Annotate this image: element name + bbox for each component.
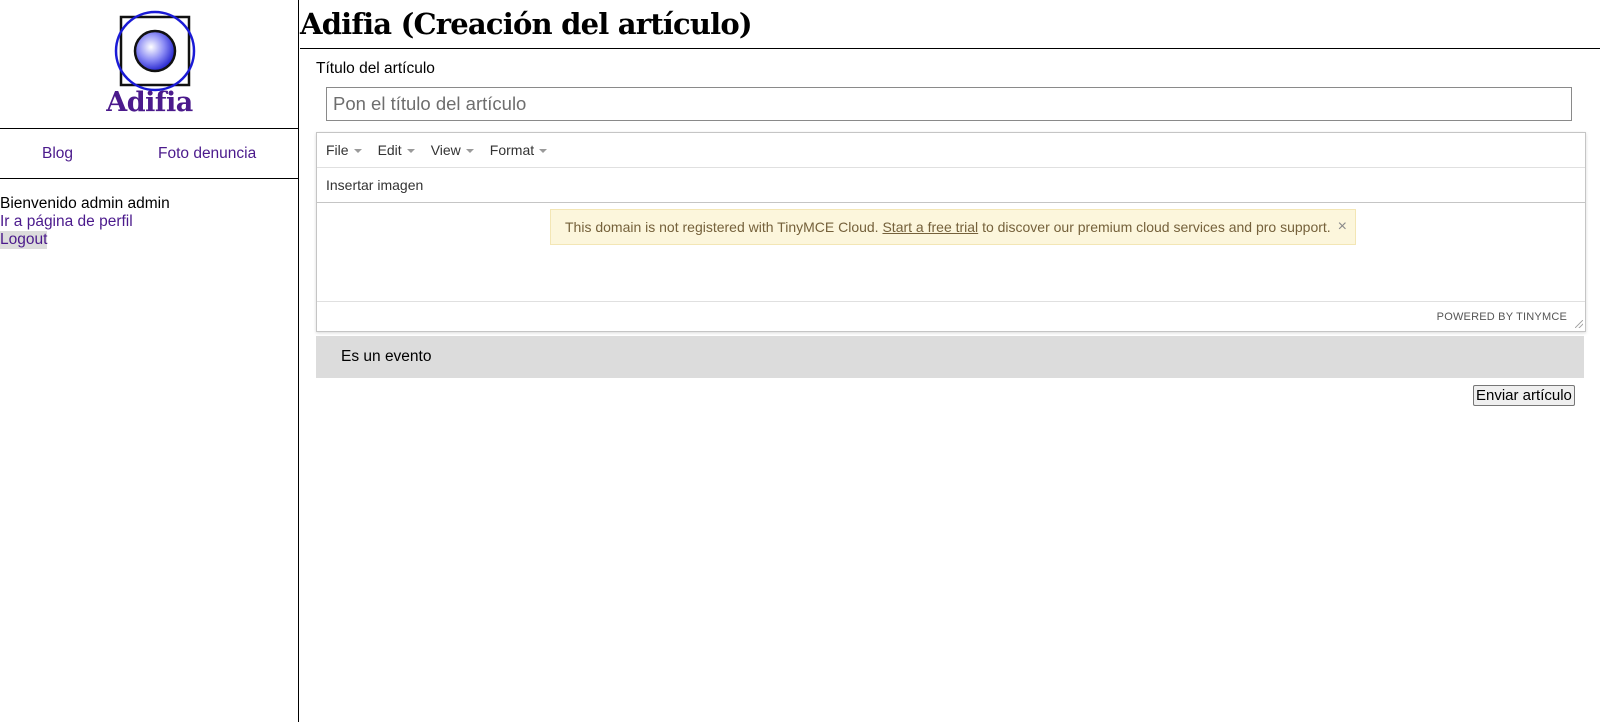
menu-file-label: File bbox=[326, 142, 349, 158]
nav-link-blog[interactable]: Blog bbox=[42, 145, 73, 163]
main-content: Adifia (Creación del artículo) Título de… bbox=[300, 0, 1600, 722]
notice-text-after: to discover our premium cloud services a… bbox=[982, 219, 1331, 235]
menu-edit-label: Edit bbox=[377, 142, 402, 158]
menu-view-label: View bbox=[430, 142, 461, 158]
nav-link-foto-denuncia[interactable]: Foto denuncia bbox=[158, 145, 256, 163]
logo-icon[interactable] bbox=[114, 10, 196, 92]
menu-file[interactable]: File bbox=[326, 142, 362, 158]
editor-statusbar: POWERED BY TINYMCE bbox=[317, 302, 1585, 330]
chevron-down-icon bbox=[465, 148, 474, 153]
chevron-down-icon bbox=[406, 148, 415, 153]
sidebar: Adifia Blog Foto denuncia Bienvenido adm… bbox=[0, 0, 299, 722]
user-box: Bienvenido admin admin Ir a página de pe… bbox=[0, 179, 298, 249]
logout-link[interactable]: Logout bbox=[0, 231, 48, 249]
powered-by-link[interactable]: POWERED BY TINYMCE bbox=[1437, 311, 1567, 323]
close-icon[interactable]: × bbox=[1338, 210, 1347, 244]
logo-area: Adifia bbox=[0, 0, 298, 129]
menu-edit[interactable]: Edit bbox=[378, 142, 415, 158]
tinymce-notice: This domain is not registered with TinyM… bbox=[550, 209, 1356, 245]
free-trial-link[interactable]: Start a free trial bbox=[882, 219, 978, 235]
profile-link[interactable]: Ir a página de perfil bbox=[0, 213, 133, 231]
chevron-down-icon bbox=[353, 148, 362, 153]
submit-article-button[interactable]: Enviar artículo bbox=[1473, 385, 1575, 406]
menu-format[interactable]: Format bbox=[489, 142, 548, 158]
main-nav: Blog Foto denuncia bbox=[0, 129, 298, 179]
rich-text-editor: File Edit View Format Insertar imagen Th… bbox=[316, 132, 1586, 332]
editor-toolbar: Insertar imagen bbox=[317, 168, 1585, 203]
chevron-down-icon bbox=[539, 148, 548, 153]
page-title: Adifia (Creación del artículo) bbox=[300, 0, 1600, 49]
editor-content-area[interactable]: This domain is not registered with TinyM… bbox=[317, 203, 1585, 302]
event-option[interactable]: Es un evento bbox=[316, 336, 1584, 378]
event-label: Es un evento bbox=[341, 348, 432, 365]
editor-menubar: File Edit View Format bbox=[317, 133, 1585, 168]
brand-name[interactable]: Adifia bbox=[0, 87, 299, 118]
resize-handle-icon[interactable] bbox=[1575, 320, 1583, 328]
article-title-input[interactable] bbox=[326, 87, 1572, 121]
welcome-text: Bienvenido admin admin bbox=[0, 195, 170, 212]
menu-format-label: Format bbox=[489, 142, 535, 158]
notice-text-before: This domain is not registered with TinyM… bbox=[565, 219, 879, 235]
insert-image-button[interactable]: Insertar imagen bbox=[326, 177, 423, 193]
article-title-label: Título del artículo bbox=[316, 60, 435, 77]
menu-view[interactable]: View bbox=[431, 142, 474, 158]
